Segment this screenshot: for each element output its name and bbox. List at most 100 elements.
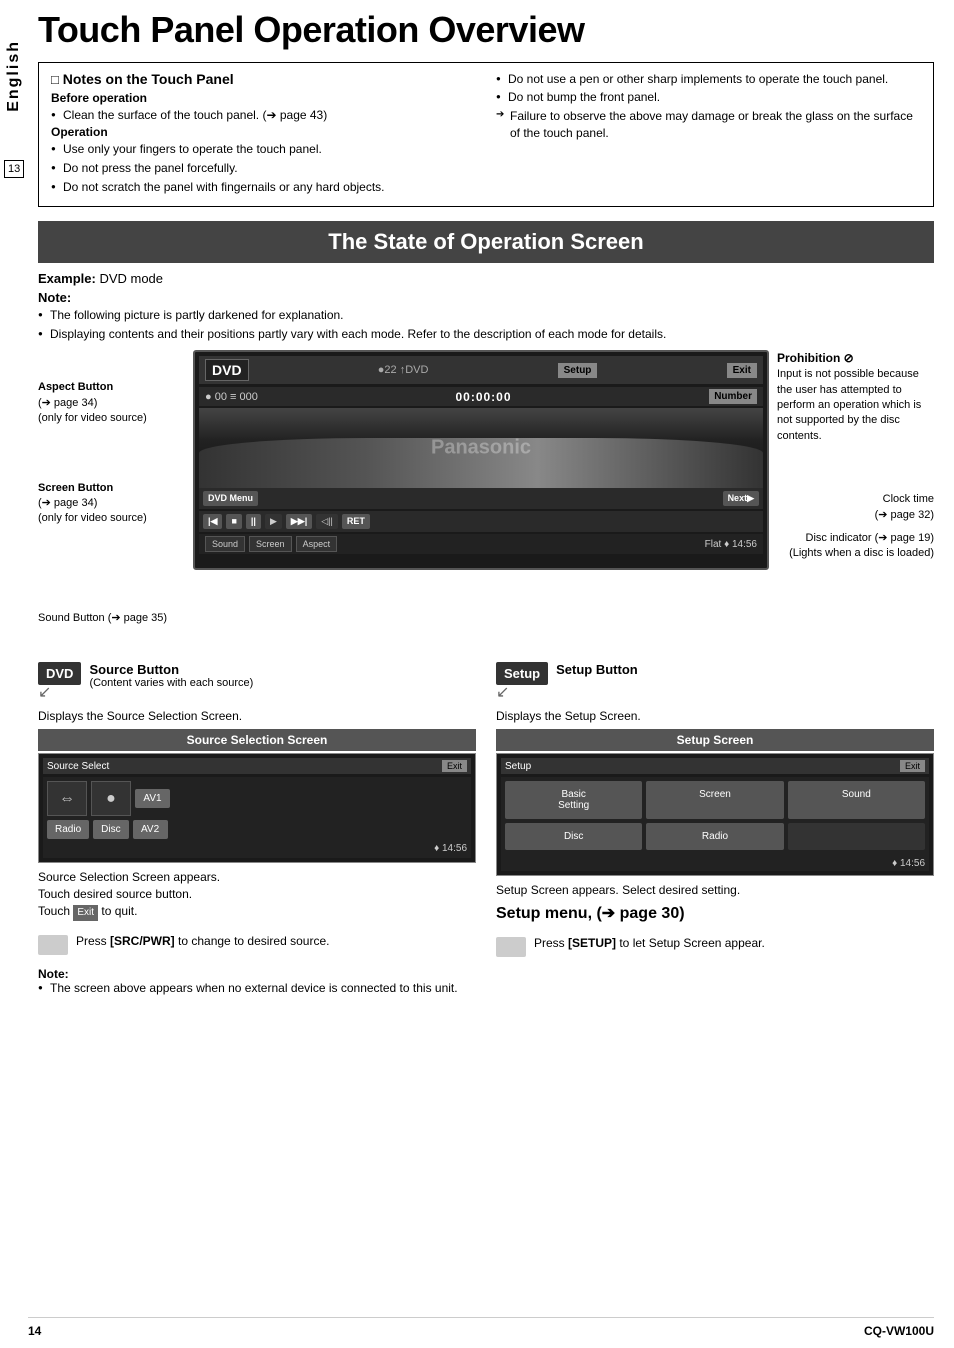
screen-button-note: (only for video source) — [38, 511, 185, 526]
setup-disc-btn[interactable]: Disc — [505, 823, 642, 850]
notes-left: □ Notes on the Touch Panel Before operat… — [51, 71, 476, 198]
press-setup-icon — [496, 937, 526, 957]
thumb-exit-btn-setup[interactable]: Exit — [900, 760, 925, 772]
screen-second-bar: ● 00 ≡ 000 00:00:00 Number — [199, 387, 763, 406]
note-title: Note: — [38, 290, 934, 305]
notes-right-item-1: Do not use a pen or other sharp implemen… — [508, 71, 921, 88]
setup-screen-thumb: Setup Exit BasicSetting Screen Sound Dis… — [496, 753, 934, 876]
dvd-badge-wrapper: DVD ↙ — [38, 662, 81, 701]
bottom-section: DVD ↙ Source Button (Content varies with… — [38, 662, 934, 995]
disc-indicator-text: Disc indicator (➔ page 19) — [777, 531, 934, 546]
thumb-disc-btn[interactable]: Disc — [93, 820, 128, 839]
notes-right-arrow: Failure to observe the above may damage … — [496, 108, 921, 142]
screen-overlay-text: Panasonic — [431, 437, 531, 460]
source-button-desc: Source Button (Content varies with each … — [89, 662, 253, 689]
pause-btn[interactable]: || — [246, 514, 261, 529]
notes-op-item-2: Do not press the panel forcefully. — [63, 160, 476, 177]
appears-source-text: Source Selection Screen appears. Touch d… — [38, 869, 476, 921]
displays-setup-text: Displays the Setup Screen. — [496, 709, 934, 723]
slow-btn[interactable]: ◁|| — [316, 514, 338, 529]
notes-right-item-2: Do not bump the front panel. — [508, 89, 921, 106]
screen-second-info: ● 00 ≡ 000 — [205, 391, 258, 403]
displays-source-text: Displays the Source Selection Screen. — [38, 709, 476, 723]
setup-label-thumb: Setup — [505, 761, 531, 772]
setup-badge: Setup — [496, 662, 548, 685]
cursor-icon-setup: ↙ — [496, 685, 548, 701]
notes-right: Do not use a pen or other sharp implemen… — [496, 71, 921, 198]
setup-badge-wrapper: Setup ↙ — [496, 662, 548, 701]
setup-radio-btn[interactable]: Radio — [646, 823, 783, 850]
clock-time-text: Clock time — [777, 492, 934, 507]
thumb-top-bar-setup: Setup Exit — [501, 758, 929, 774]
aspect-button-label: Aspect Button (➔ page 34) (only for vide… — [38, 380, 185, 426]
ff-btn[interactable]: ▶▶| — [286, 514, 312, 529]
next-btn[interactable]: Next▶ — [723, 491, 759, 506]
setup-basic-btn[interactable]: BasicSetting — [505, 781, 642, 819]
setup-button-desc: Setup Button — [556, 662, 638, 677]
prohibition-block: Prohibition ⊘ Input is not possible beca… — [777, 350, 934, 444]
screen-dvd-label: DVD — [205, 359, 249, 381]
rew-btn[interactable]: |◀ — [203, 514, 222, 529]
screen-image-area: Panasonic — [199, 408, 763, 488]
screen-controls: |◀ ■ || ▶ ▶▶| ◁|| RET — [199, 511, 763, 532]
example-line: Example: DVD mode — [38, 271, 934, 286]
thumb-row-1: ⇔ ● AV1 — [47, 781, 467, 816]
dvd-screen-wrapper: DVD ●22 ↑DVD Setup Exit ● 00 ≡ 000 00:00… — [193, 350, 769, 650]
bottom-left: DVD ↙ Source Button (Content varies with… — [38, 662, 476, 995]
screen-top-bar: DVD ●22 ↑DVD Setup Exit — [199, 356, 763, 384]
thumb-icon-disc: ● — [91, 781, 131, 816]
press-setup-text: Press [SETUP] to let Setup Screen appear… — [534, 935, 765, 952]
source-button-title: Source Button — [89, 662, 253, 677]
screen-left-labels: Aspect Button (➔ page 34) (only for vide… — [38, 350, 193, 650]
footer-model: CQ-VW100U — [864, 1324, 934, 1338]
screen-setup-btn[interactable]: Setup — [558, 363, 598, 378]
source-selection-screen-thumb: Source Select Exit ⇔ ● AV1 Radio — [38, 753, 476, 863]
ret-btn[interactable]: RET — [342, 514, 370, 529]
dvd-screen-section: Aspect Button (➔ page 34) (only for vide… — [38, 350, 934, 650]
aspect-button-note: (only for video source) — [38, 411, 185, 426]
sidebar: English 13 — [0, 0, 28, 1348]
press-src-note: Press [SRC/PWR] to change to desired sou… — [38, 929, 476, 959]
dvd-menu-btn[interactable]: DVD Menu — [203, 491, 258, 506]
stop-btn[interactable]: ■ — [226, 514, 241, 529]
setup-menu-title: Setup menu, (➔ page 30) — [496, 903, 934, 923]
sidebar-language-label: English — [5, 40, 23, 112]
aspect-btn[interactable]: Aspect — [296, 536, 338, 552]
setup-empty-btn — [788, 823, 925, 850]
screen-menu-bar: DVD Menu Next▶ — [199, 488, 763, 509]
screen-button-ref: (➔ page 34) — [38, 496, 185, 511]
screen-exit-btn[interactable]: Exit — [727, 363, 757, 378]
setup-button-area: Setup ↙ Setup Button — [496, 662, 934, 701]
sound-btn[interactable]: Sound — [205, 536, 245, 552]
screen-bottom: Sound Screen Aspect Flat ♦ 14:56 — [199, 534, 763, 554]
note-item-2: Displaying contents and their positions … — [50, 326, 934, 343]
thumb-exit-btn-source[interactable]: Exit — [442, 760, 467, 772]
notes-title: □ Notes on the Touch Panel — [51, 71, 476, 87]
press-src-text: Press [SRC/PWR] to change to desired sou… — [76, 933, 329, 950]
setup-sound-btn[interactable]: Sound — [788, 781, 925, 819]
play-btn[interactable]: ▶ — [265, 514, 282, 529]
screen-number-btn[interactable]: Number — [709, 389, 757, 404]
thumb-av2-btn[interactable]: AV2 — [133, 820, 168, 839]
thumb-content-source: ⇔ ● AV1 Radio Disc AV2 ♦ 14:56 — [43, 777, 471, 858]
sound-button-label-block: Sound Button (➔ page 35) — [38, 611, 185, 626]
thumb-radio-btn[interactable]: Radio — [47, 820, 89, 839]
thumb-av1-btn[interactable]: AV1 — [135, 789, 170, 808]
before-op-title: Before operation — [51, 91, 476, 105]
touch-exit-label[interactable]: Exit — [73, 905, 98, 921]
notes-op-item-1: Use only your fingers to operate the tou… — [63, 141, 476, 158]
screen-btn[interactable]: Screen — [249, 536, 292, 552]
bottom-right: Setup ↙ Setup Button Displays the Setup … — [496, 662, 934, 995]
page-title: Touch Panel Operation Overview — [38, 10, 934, 50]
setup-thumb-content: BasicSetting Screen Sound Disc Radio — [501, 777, 929, 854]
setup-screen-btn[interactable]: Screen — [646, 781, 783, 819]
disc-indicator-note: Disc indicator (➔ page 19) (Lights when … — [777, 531, 934, 562]
thumb-row-2: Radio Disc AV2 — [47, 820, 467, 839]
thumb-icon-radio-disc: ⇔ — [47, 781, 87, 816]
aspect-button-title: Aspect Button — [38, 380, 185, 395]
sound-button-label: Sound Button (➔ page 35) — [38, 611, 185, 626]
screen-button-title: Screen Button — [38, 481, 185, 496]
clock-time-ref: (➔ page 32) — [777, 508, 934, 523]
sidebar-page-number: 13 — [4, 160, 24, 178]
press-src-icon — [38, 935, 68, 955]
